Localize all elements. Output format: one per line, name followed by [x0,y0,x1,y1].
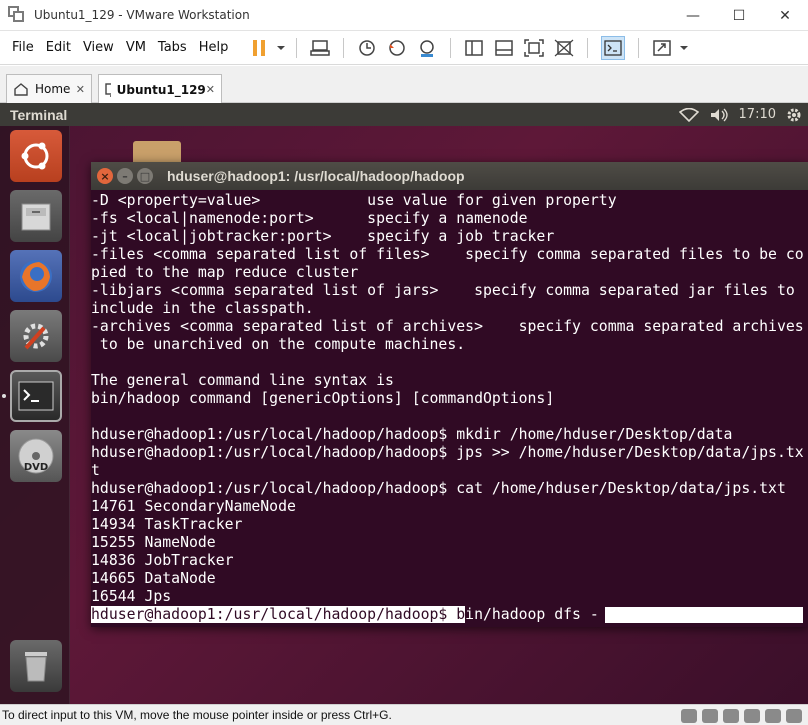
ubuntu-top-panel: Terminal 17:10 [0,103,808,126]
terminal-line: The general command line syntax is [91,372,394,389]
tab-ubuntu-vm[interactable]: Ubuntu1_129 ✕ [98,74,222,104]
vm-tab-strip: Home ✕ Ubuntu1_129 ✕ [0,66,808,104]
home-icon [14,83,28,96]
terminal-line: 16544 Jps [91,588,172,605]
vm-icon [105,82,111,97]
terminal-line: 14934 TaskTracker [91,516,243,533]
terminal-line: 14665 DataNode [91,570,216,587]
terminal-titlebar[interactable]: × – □ hduser@hadoop1: /usr/local/hadoop/… [91,162,808,190]
menu-file[interactable]: File [12,40,34,55]
menu-vm[interactable]: VM [126,40,146,55]
terminal-line: -jt <local|jobtracker:port> specify a jo… [91,228,555,245]
terminal-output[interactable]: -D <property=value> use value for given … [91,192,808,627]
terminal-line: -fs <local|namenode:port> specify a name… [91,210,528,227]
system-settings-icon[interactable] [10,310,62,362]
terminal-maximize-button[interactable]: □ [137,168,153,184]
terminal-line: 14761 SecondaryNameNode [91,498,296,515]
cdrom-status-icon[interactable] [702,708,718,723]
svg-text:DVD: DVD [24,462,48,473]
terminal-line: hduser@hadoop1:/usr/local/hadoop/hadoop$… [91,426,733,443]
terminal-line: include in the classpath. [91,300,314,317]
terminal-line: -archives <comma separated list of archi… [91,318,804,335]
text-cursor [604,607,613,623]
vmware-logo-icon [8,6,26,24]
wifi-icon[interactable] [678,107,699,122]
terminal-prompt-line[interactable]: hduser@hadoop1:/usr/local/hadoop/hadoop$… [91,606,808,624]
tab-home-close-button[interactable]: ✕ [76,83,85,96]
snapshot-icon[interactable] [357,38,377,58]
tab-home-label: Home [35,82,71,96]
terminal-line: 14836 JobTracker [91,552,234,569]
maximize-button[interactable]: ☐ [716,0,762,31]
terminal-line: -D <property=value> use value for given … [91,192,617,209]
unity-icon[interactable] [554,38,574,58]
minimize-button[interactable]: — [670,0,716,31]
panel-app-title: Terminal [10,106,68,123]
speaker-icon[interactable] [709,108,729,122]
terminal-title: hduser@hadoop1: /usr/local/hadoop/hadoop [167,168,465,184]
stretch-guest-icon[interactable] [652,38,672,58]
terminal-minimize-button[interactable]: – [117,168,133,184]
console-view-icon[interactable] [601,35,626,60]
stretch-dropdown-chevron-icon[interactable] [679,38,689,58]
terminal-line: 15255 NameNode [91,534,216,551]
tab-home[interactable]: Home ✕ [6,74,92,103]
revert-snapshot-icon[interactable] [387,38,407,58]
menu-tabs[interactable]: Tabs [158,40,187,55]
close-button[interactable]: ✕ [762,0,808,31]
terminal-line: bin/hadoop command [genericOptions] [com… [91,390,555,407]
power-dropdown-chevron-icon[interactable] [276,38,286,58]
menu-toolbar: File Edit View VM Tabs Help [0,31,808,65]
terminal-running-indicator [2,394,6,398]
pause-icon[interactable] [249,38,269,58]
terminal-close-button[interactable]: × [97,168,113,184]
terminal-window[interactable]: × – □ hduser@hadoop1: /usr/local/hadoop/… [91,162,808,627]
status-bar: To direct input to this VM, move the mou… [0,704,808,725]
display-status-icon[interactable] [786,708,802,723]
panel-clock[interactable]: 17:10 [739,107,776,122]
window-title: Ubuntu1_129 - VMware Workstation [34,8,250,22]
menu-edit[interactable]: Edit [46,40,71,55]
terminal-line: t [91,462,100,479]
menu-view[interactable]: View [83,40,114,55]
library-icon[interactable] [464,38,484,58]
terminal-line: to be unarchived on the compute machines… [91,336,466,353]
thumbnail-bar-icon[interactable] [494,38,514,58]
vmware-titlebar: Ubuntu1_129 - VMware Workstation — ☐ ✕ [0,0,808,31]
full-screen-icon[interactable] [524,38,545,58]
terminal-line: -files <comma separated list of files> s… [91,246,804,263]
snapshot-manager-icon[interactable] [417,38,437,58]
sound-status-icon[interactable] [765,708,781,723]
terminal-line: pied to the map reduce cluster [91,264,359,281]
dvd-icon[interactable]: DVD [10,430,62,482]
gear-icon[interactable] [786,107,802,123]
files-icon[interactable] [10,190,62,242]
firefox-icon[interactable] [10,250,62,302]
hdd-status-icon[interactable] [681,708,697,723]
terminal-line: hduser@hadoop1:/usr/local/hadoop/hadoop$… [91,444,804,461]
desktop-folder-icon[interactable] [133,141,181,163]
ubuntu-dash-icon[interactable] [10,130,62,182]
terminal-line: hduser@hadoop1:/usr/local/hadoop/hadoop$… [91,480,786,497]
network-status-icon[interactable] [723,708,739,723]
unity-launcher: DVD [0,126,70,704]
usb-status-icon[interactable] [744,708,760,723]
terminal-icon[interactable] [10,370,62,422]
tab-ubuntu-label: Ubuntu1_129 [116,82,206,97]
tab-ubuntu-close-button[interactable]: ✕ [206,83,215,96]
status-text: To direct input to this VM, move the mou… [2,708,392,722]
menu-help[interactable]: Help [199,40,229,55]
trash-icon[interactable] [10,640,62,692]
terminal-line: -libjars <comma separated list of jars> … [91,282,795,299]
send-ctrl-alt-del-icon[interactable] [310,38,331,58]
